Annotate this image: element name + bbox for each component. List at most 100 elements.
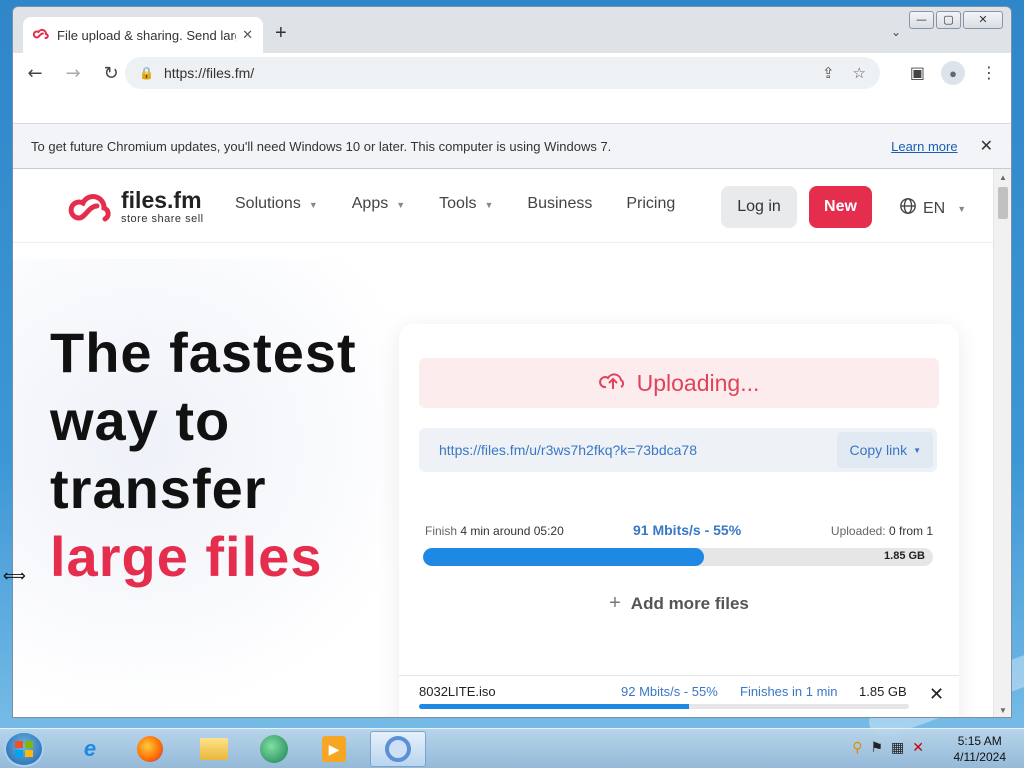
scroll-up-icon[interactable]: ▲ [999,173,1007,182]
clock-time: 5:15 AM [957,734,1002,748]
upload-progress-bar: 1.85 GB [423,548,933,566]
menu-pricing[interactable]: Pricing [626,195,675,213]
minimize-button[interactable]: — [909,11,934,29]
cloud-logo-icon [68,194,111,222]
share-url[interactable]: https://files.fm/u/r3ws7h2fkq?k=73bdca78 [439,442,837,458]
web-page: files.fm store share sell Solutions ▼ App… [13,169,995,717]
tab-close-icon[interactable]: ✕ [242,27,253,43]
toolbar-right: ▣ ● ⋮ [910,61,997,85]
file-row: 8032LITE.iso 92 Mbits/s - 55% Finishes i… [399,675,959,717]
language-label: EN [923,199,946,217]
page-scrollbar[interactable]: ▲ ▼ [993,169,1011,717]
side-panel-icon[interactable]: ▣ [910,63,925,83]
file-explorer-icon[interactable] [186,731,242,767]
infobar-close-icon[interactable]: ✕ [980,136,993,156]
update-infobar: To get future Chromium updates, you'll n… [13,123,1011,169]
scroll-down-icon[interactable]: ▼ [999,706,1007,715]
forward-arrow-icon[interactable]: → [57,63,89,84]
file-finishes: Finishes in 1 min [740,684,838,699]
file-progress-bar [419,704,909,709]
tab-strip: File upload & sharing. Send large ✕ + ⌄ [13,7,1011,53]
chevron-down-icon: ▼ [957,203,967,214]
hero-line-4: large files [50,525,323,588]
files-fm-favicon-icon [32,27,49,43]
taskbar: e ▶ ⚲ ⚑ ▦ ✕ 5:15 AM 4/11/2024 [0,728,1024,768]
search-tray-icon[interactable]: ⚲ [852,739,862,756]
windows-logo-icon [15,741,33,757]
clock-date: 4/11/2024 [953,750,1007,764]
upload-status-text: Uploading... [636,369,760,396]
close-window-button[interactable]: ✕ [963,11,1003,29]
file-progress-fill [419,704,689,709]
volume-muted-icon[interactable]: ✕ [912,739,924,756]
hero-line-3: transfer [50,457,267,520]
address-bar[interactable]: 🔒 https://files.fm/ ⇪ ☆ [125,57,880,89]
browser-tab[interactable]: File upload & sharing. Send large ✕ [23,17,263,53]
infobar-message: To get future Chromium updates, you'll n… [31,138,612,154]
logo-tagline: store share sell [121,213,204,225]
language-selector[interactable]: EN ▼ [899,197,966,220]
learn-more-link[interactable]: Learn more [891,139,957,154]
reload-icon[interactable]: ↻ [95,63,127,84]
scroll-thumb[interactable] [998,187,1008,219]
upload-card: Uploading... https://files.fm/u/r3ws7h2f… [399,324,959,717]
browser-toolbar: ← → ↻ 🔒 https://files.fm/ ⇪ ☆ ▣ ● ⋮ [13,53,1011,93]
file-speed: 92 Mbits/s - 55% [621,684,718,699]
plus-icon: + [609,592,621,614]
logo-name: files.fm [121,187,202,213]
hero-heading: The fastest way to transfer large files [50,319,357,591]
login-button[interactable]: Log in [721,186,797,228]
total-size: 1.85 GB [884,550,925,562]
site-header: files.fm store share sell Solutions ▼ App… [13,169,995,243]
copy-link-button[interactable]: Copy link ▼ [837,432,933,468]
finish-estimate: Finish 4 min around 05:20 [425,524,564,538]
menu-solutions[interactable]: Solutions ▼ [235,195,318,213]
file-size: 1.85 GB [859,684,907,699]
network-icon[interactable]: ▦ [891,739,904,756]
address-url[interactable]: https://files.fm/ [164,65,804,81]
toolbar-spacer [13,93,1011,123]
tab-title: File upload & sharing. Send large [57,27,237,43]
upload-speed: 91 Mbits/s - 55% [633,522,742,538]
profile-avatar-icon[interactable]: ● [941,61,965,85]
maximize-button[interactable]: ▢ [936,11,961,29]
globe-icon [899,197,917,220]
add-more-files-button[interactable]: + Add more files [399,592,959,615]
upload-progress-fill [423,548,704,566]
chromium-taskbar-icon[interactable] [370,731,426,767]
chevron-down-icon: ▼ [484,200,494,210]
add-more-label: Add more files [630,594,749,613]
upload-status-banner: Uploading... [419,358,939,408]
tab-search-chevron-icon[interactable]: ⌄ [891,25,901,39]
copy-link-label: Copy link [849,442,908,458]
uploaded-count: Uploaded: 0 from 1 [830,524,933,538]
system-tray: ⚲ ⚑ ▦ ✕ [852,739,924,756]
hero-line-2: way to [50,389,231,452]
internet-explorer-icon[interactable]: e [62,731,118,767]
lock-icon: 🔒 [139,66,154,80]
back-arrow-icon[interactable]: ← [19,63,51,84]
firefox-icon[interactable] [122,731,178,767]
bookmark-star-icon[interactable]: ☆ [853,64,866,82]
site-logo[interactable]: files.fm store share sell [67,189,204,225]
start-button[interactable] [4,731,44,767]
chevron-down-icon: ▼ [308,200,318,210]
system-clock[interactable]: 5:15 AM 4/11/2024 [954,733,1007,765]
file-name: 8032LITE.iso [419,684,496,699]
media-app-icon[interactable] [246,731,302,767]
resize-cursor-icon: ⟺ [3,568,26,585]
new-button[interactable]: New [809,186,872,228]
share-icon[interactable]: ⇪ [822,64,835,82]
window-controls: — ▢ ✕ [909,11,1003,29]
menu-kebab-icon[interactable]: ⋮ [981,63,997,83]
menu-tools[interactable]: Tools ▼ [439,195,493,213]
browser-window: — ▢ ✕ File upload & sharing. Send large … [12,6,1012,718]
menu-apps[interactable]: Apps ▼ [352,195,405,213]
media-player-icon[interactable]: ▶ [306,731,362,767]
cancel-file-icon[interactable]: ✕ [929,684,944,705]
main-menu: Solutions ▼ Apps ▼ Tools ▼ Business Pricing [235,195,675,213]
new-tab-button[interactable]: + [275,23,287,43]
action-center-flag-icon[interactable]: ⚑ [870,739,883,756]
menu-business[interactable]: Business [527,195,592,213]
chevron-down-icon: ▼ [396,200,406,210]
